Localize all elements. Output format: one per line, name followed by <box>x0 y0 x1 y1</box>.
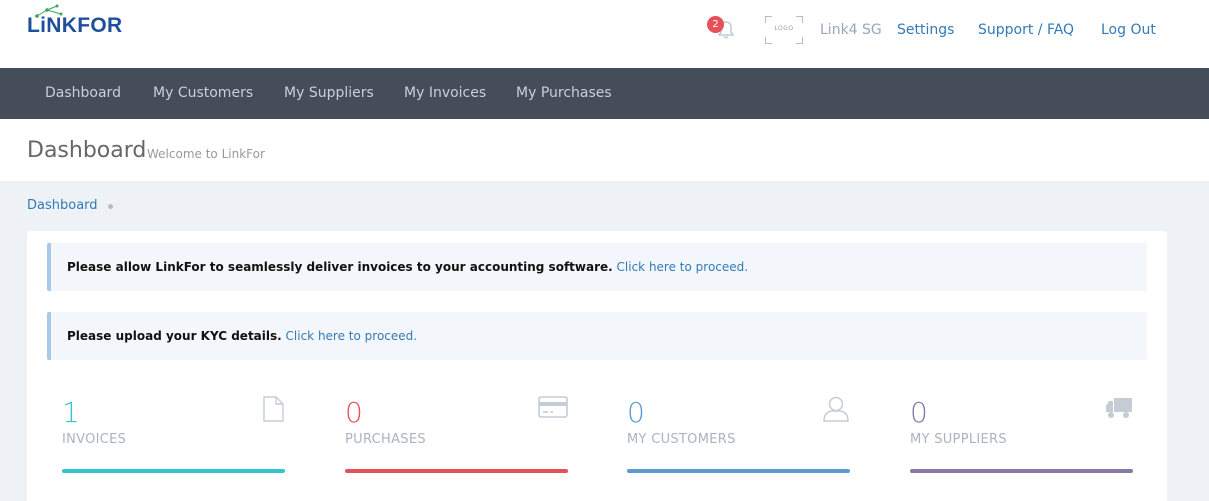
support-faq-link[interactable]: Support / FAQ <box>978 22 1074 38</box>
stat-label: MY SUPPLIERS <box>910 432 1007 447</box>
breadcrumb-dashboard[interactable]: Dashboard <box>27 198 98 213</box>
nav-item-my-suppliers[interactable]: My Suppliers <box>284 85 374 101</box>
logo-text: LiNKFOR <box>27 14 123 37</box>
nav-item-my-purchases[interactable]: My Purchases <box>516 85 612 101</box>
stat-progress-bar <box>62 469 285 473</box>
stat-value: 0 <box>910 396 928 429</box>
stat-progress-bar <box>910 469 1133 473</box>
alert-proceed-link[interactable]: Click here to proceed. <box>617 260 749 274</box>
page-subtitle: Welcome to LinkFor <box>147 147 265 161</box>
stat-value: 0 <box>627 396 645 429</box>
linkfor-logo[interactable]: LiNKFOR <box>27 4 127 38</box>
top-header: LiNKFOR 2 LOGO Link4 SG Settings Support… <box>0 0 1209 68</box>
alert-message: Please allow LinkFor to seamlessly deliv… <box>67 260 613 274</box>
alert-proceed-link[interactable]: Click here to proceed. <box>286 329 418 343</box>
stat-label: MY CUSTOMERS <box>627 432 736 447</box>
kyc-alert: Please upload your KYC details. Click he… <box>47 312 1147 360</box>
stat-my-suppliers[interactable]: 0 MY SUPPLIERS <box>910 391 1133 476</box>
stat-progress-bar <box>345 469 568 473</box>
user-icon <box>822 396 850 426</box>
company-logo-text: LOGO <box>774 25 794 32</box>
main-navigation: Dashboard My Customers My Suppliers My I… <box>0 68 1209 119</box>
nav-item-dashboard[interactable]: Dashboard <box>45 85 121 101</box>
stat-purchases[interactable]: 0 PURCHASES <box>345 391 568 476</box>
stat-value: 0 <box>345 396 363 429</box>
accounting-software-alert: Please allow LinkFor to seamlessly deliv… <box>47 243 1147 291</box>
document-icon <box>261 396 285 426</box>
credit-card-icon <box>538 396 568 424</box>
dashboard-content: Please allow LinkFor to seamlessly deliv… <box>27 231 1167 501</box>
stat-label: PURCHASES <box>345 432 426 447</box>
page-title: Dashboard <box>27 138 147 163</box>
alert-message: Please upload your KYC details. <box>67 329 282 343</box>
nav-item-my-invoices[interactable]: My Invoices <box>404 85 486 101</box>
stat-value: 1 <box>62 396 80 429</box>
stat-progress-bar <box>627 469 850 473</box>
company-name[interactable]: Link4 SG <box>820 22 882 38</box>
notifications-button[interactable]: 2 <box>707 16 737 44</box>
stat-invoices[interactable]: 1 INVOICES <box>62 391 285 476</box>
page-header: Dashboard Welcome to LinkFor <box>0 119 1209 181</box>
breadcrumb-separator <box>108 204 113 209</box>
logout-link[interactable]: Log Out <box>1101 22 1156 38</box>
notification-count-badge: 2 <box>707 16 724 33</box>
stat-label: INVOICES <box>62 432 127 447</box>
settings-link[interactable]: Settings <box>897 22 954 38</box>
nav-item-my-customers[interactable]: My Customers <box>153 85 253 101</box>
company-logo-placeholder: LOGO <box>765 16 803 44</box>
truck-icon <box>1105 396 1133 424</box>
stat-my-customers[interactable]: 0 MY CUSTOMERS <box>627 391 850 476</box>
